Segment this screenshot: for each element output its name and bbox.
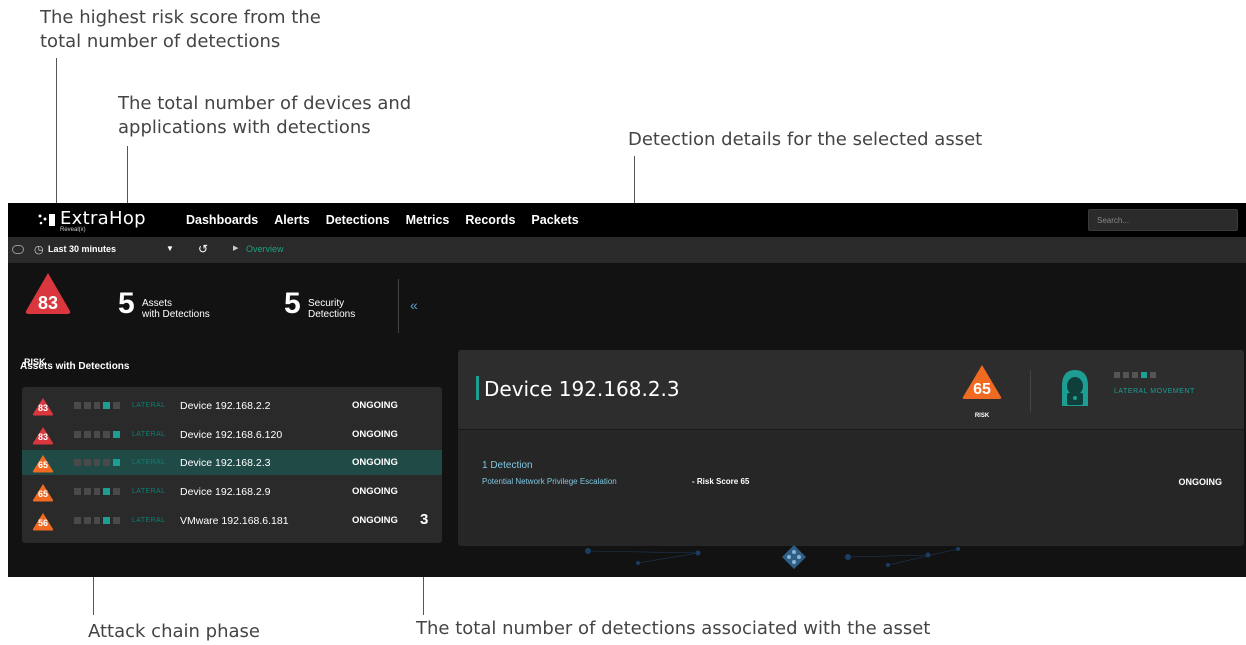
callout-highest-risk-line2: total number of detections — [40, 31, 281, 52]
nav-dashboards[interactable]: Dashboards — [186, 213, 258, 227]
clock-icon: ◷ — [34, 244, 44, 256]
asset-status: ONGOING — [352, 429, 398, 440]
attack-phase-indicator — [74, 517, 120, 524]
asset-risk-score: 83 — [37, 432, 48, 442]
asset-row[interactable]: 83 LATERAL Device 192.168.6.120 ONGOING — [22, 422, 442, 447]
detail-accent-bar — [476, 376, 479, 400]
callout-devices-line1: The total number of devices and — [118, 93, 412, 114]
nav-packets[interactable]: Packets — [531, 213, 578, 227]
top-nav-bar: ExtraHop Reveal(x) Dashboards Alerts Det… — [8, 203, 1246, 237]
asset-row[interactable]: 56 LATERAL VMware 192.168.6.181 ONGOING 3 — [22, 508, 442, 533]
callout-highest-risk-line1: The highest risk score from the — [40, 7, 321, 28]
callout-total-detections: The total number of detections associate… — [416, 618, 931, 639]
divider — [398, 279, 399, 333]
nav-metrics[interactable]: Metrics — [406, 213, 450, 227]
asset-name[interactable]: Device 192.168.6.120 — [180, 429, 282, 441]
detail-risk-score: 65 — [973, 381, 991, 398]
asset-name[interactable]: Device 192.168.2.3 — [180, 457, 270, 469]
detection-link[interactable]: Potential Network Privilege Escalation — [482, 477, 617, 486]
detections-label-line1: Security — [308, 298, 345, 309]
asset-phase-label: LATERAL — [132, 517, 166, 524]
asset-status: ONGOING — [352, 400, 398, 411]
detection-risk-score: - Risk Score 65 — [692, 477, 750, 486]
divider — [1030, 370, 1031, 412]
detections-count-label: Security Detections — [308, 298, 355, 320]
detections-count[interactable]: 5 — [284, 287, 301, 321]
assets-count-label: Assets with Detections — [142, 298, 210, 320]
attack-phase-indicator — [74, 488, 120, 495]
assets-label-line2: with Detections — [142, 309, 210, 320]
detail-title[interactable]: Device 192.168.2.3 — [484, 377, 680, 401]
asset-name[interactable]: Device 192.168.2.2 — [180, 400, 270, 412]
theme-toggle-icon[interactable] — [12, 245, 24, 254]
detections-label-line2: Detections — [308, 309, 356, 320]
nav-alerts[interactable]: Alerts — [274, 213, 309, 227]
network-background-decoration — [585, 545, 960, 569]
app-window: ExtraHop Reveal(x) Dashboards Alerts Det… — [8, 203, 1246, 577]
asset-detection-count: 3 — [420, 511, 429, 528]
breadcrumb-overview[interactable]: Overview — [246, 244, 284, 254]
asset-row[interactable]: 83 LATERAL Device 192.168.2.2 ONGOING — [22, 393, 442, 418]
detail-risk-label: RISK — [974, 413, 990, 419]
asset-name[interactable]: VMware 192.168.6.181 — [180, 515, 289, 527]
asset-phase-label: LATERAL — [132, 459, 166, 466]
callout-devices: The total number of devices and applicat… — [118, 92, 411, 140]
asset-risk-score: 83 — [37, 403, 48, 413]
search-input[interactable]: Search... — [1088, 209, 1238, 231]
hacker-icon — [1062, 370, 1088, 406]
nav-detections[interactable]: Detections — [326, 213, 390, 227]
asset-risk-score: 56 — [37, 518, 48, 528]
callout-highest-risk: The highest risk score from the total nu… — [40, 6, 321, 54]
logo-name: ExtraHop — [60, 208, 146, 229]
detection-status: ONGOING — [1178, 477, 1222, 487]
assets-count[interactable]: 5 — [118, 287, 135, 321]
chevron-down-icon[interactable]: ▼ — [166, 244, 174, 253]
overall-risk-score: 83 — [37, 293, 59, 313]
main-nav: Dashboards Alerts Detections Metrics Rec… — [186, 213, 579, 227]
asset-status: ONGOING — [352, 515, 398, 526]
assets-section-title: Assets with Detections — [20, 361, 130, 372]
nav-records[interactable]: Records — [465, 213, 515, 227]
time-toolbar: ◷ Last 30 minutes ▼ ↺ ▶ Overview — [8, 237, 1246, 263]
detail-attack-phase-indicator — [1114, 372, 1160, 379]
attack-phase-indicator — [74, 431, 120, 438]
collapse-icon[interactable]: « — [410, 297, 418, 313]
attack-phase-indicator — [74, 402, 120, 409]
asset-risk-score: 65 — [37, 460, 48, 470]
asset-phase-label: LATERAL — [132, 431, 166, 438]
asset-status: ONGOING — [352, 457, 398, 468]
callout-devices-line2: applications with detections — [118, 117, 371, 138]
asset-phase-label: LATERAL — [132, 402, 166, 409]
detail-phase-label: LATERAL MOVEMENT — [1114, 388, 1195, 395]
logo-subtitle: Reveal(x) — [60, 227, 86, 233]
asset-row[interactable]: 65 LATERAL Device 192.168.2.3 ONGOING — [22, 450, 442, 475]
detail-header: Device 192.168.2.3 65 RISK LATERAL MOVEM… — [458, 350, 1244, 430]
asset-status: ONGOING — [352, 486, 398, 497]
detection-count[interactable]: 1 Detection — [482, 460, 533, 471]
detection-detail-panel: Device 192.168.2.3 65 RISK LATERAL MOVEM… — [458, 350, 1244, 546]
assets-list: 83 LATERAL Device 192.168.2.2 ONGOING 83 LATE… — [22, 387, 442, 543]
assets-label-line1: Assets — [142, 298, 173, 309]
asset-risk-score: 65 — [37, 489, 48, 499]
logo-mark-icon — [38, 214, 55, 226]
attack-phase-indicator — [74, 459, 120, 466]
breadcrumb-arrow-icon: ▶ — [233, 245, 239, 252]
callout-details: Detection details for the selected asset — [628, 129, 983, 150]
asset-name[interactable]: Device 192.168.2.9 — [180, 486, 270, 498]
time-range-selector[interactable]: Last 30 minutes — [48, 244, 116, 254]
asset-phase-label: LATERAL — [132, 488, 166, 495]
callout-attack-chain: Attack chain phase — [88, 621, 260, 642]
asset-row[interactable]: 65 LATERAL Device 192.168.2.9 ONGOING — [22, 479, 442, 504]
refresh-icon[interactable]: ↺ — [198, 242, 208, 256]
